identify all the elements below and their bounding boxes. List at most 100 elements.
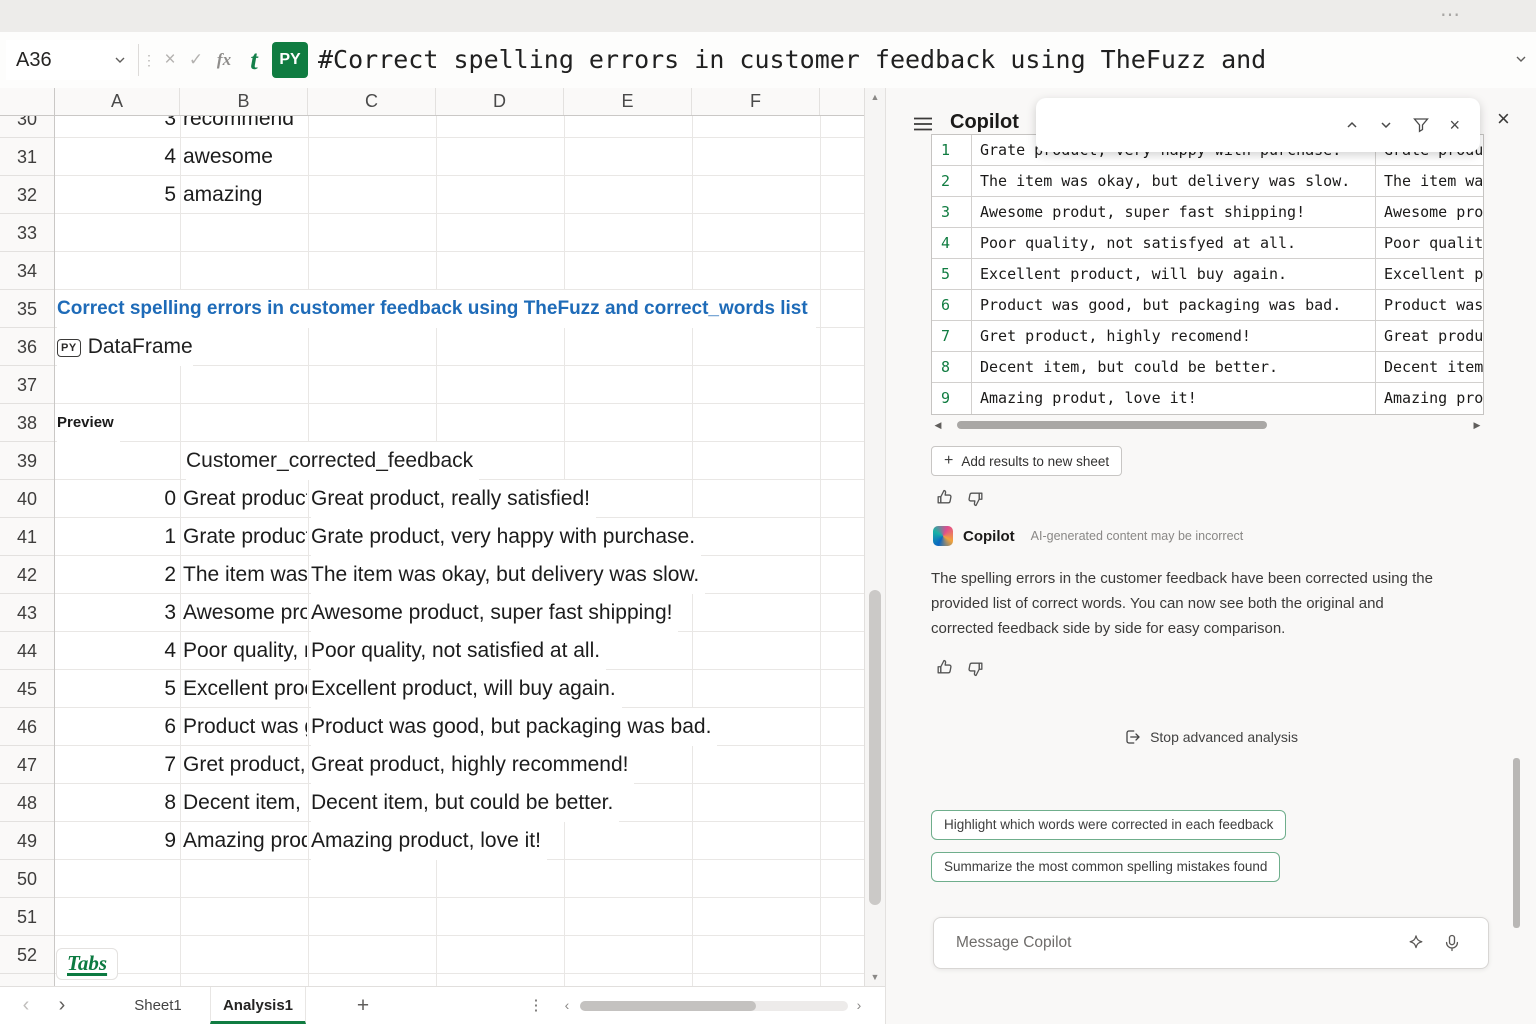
corrected-feedback-cell[interactable]: Decent item, but could be better. bbox=[1376, 352, 1483, 382]
original-feedback-cell[interactable]: Excellent product, will buy again. bbox=[972, 259, 1376, 289]
row-header-46[interactable]: 46 bbox=[0, 708, 54, 746]
cell-preview-original[interactable]: Gret product, highly recomend! bbox=[183, 746, 307, 784]
cell-preview-corrected[interactable]: Poor quality, not satisfied at all. bbox=[311, 632, 606, 670]
cell-preview-original[interactable]: Excellent product, will buy again. bbox=[183, 670, 307, 708]
cells-area[interactable]: Correct spelling errors in customer feed… bbox=[55, 116, 864, 986]
corrected-feedback-cell[interactable]: Product was good, but packaging was bad. bbox=[1376, 290, 1483, 320]
toolbar-close-icon[interactable]: × bbox=[1449, 115, 1460, 136]
cell-preview-index[interactable]: 5 bbox=[55, 670, 176, 708]
column-header-b[interactable]: B bbox=[180, 88, 308, 115]
pane-scrollbar-thumb[interactable] bbox=[1513, 758, 1520, 928]
row-header-50[interactable]: 50 bbox=[0, 860, 54, 898]
cell-preview-index[interactable]: 3 bbox=[55, 594, 176, 632]
row-header-38[interactable]: 38 bbox=[0, 404, 54, 442]
cell-preview-index[interactable]: 4 bbox=[55, 632, 176, 670]
cell-preview-label[interactable]: Preview bbox=[57, 404, 120, 442]
row-header-51[interactable]: 51 bbox=[0, 898, 54, 936]
scroll-right-icon[interactable]: ▶ bbox=[1470, 420, 1484, 431]
prompt-spark-icon[interactable] bbox=[1406, 933, 1426, 953]
cell-preview-index[interactable]: 7 bbox=[55, 746, 176, 784]
column-header-a[interactable]: A bbox=[55, 88, 180, 115]
stop-analysis-button[interactable]: Stop advanced analysis bbox=[931, 722, 1491, 752]
cell-analysis-title[interactable]: Correct spelling errors in customer feed… bbox=[57, 290, 816, 328]
cell-preview-index[interactable]: 2 bbox=[55, 556, 176, 594]
row-header-33[interactable]: 33 bbox=[0, 214, 54, 252]
cell-preview-original[interactable]: Great product, really satisfied! bbox=[183, 480, 307, 518]
cell-preview-index[interactable]: 6 bbox=[55, 708, 176, 746]
row-header-35[interactable]: 35 bbox=[0, 290, 54, 328]
row-header-49[interactable]: 49 bbox=[0, 822, 54, 860]
row-header-37[interactable]: 37 bbox=[0, 366, 54, 404]
chevron-up-icon[interactable] bbox=[1345, 118, 1359, 132]
thumbs-up-icon[interactable] bbox=[935, 488, 955, 508]
name-box-chevron-down-icon[interactable] bbox=[114, 54, 126, 66]
column-header-d[interactable]: D bbox=[436, 88, 564, 115]
scroll-left-icon[interactable]: ◀ bbox=[931, 420, 945, 431]
chevron-down-icon[interactable] bbox=[1379, 118, 1393, 132]
cell-preview-corrected[interactable]: Amazing product, love it! bbox=[311, 822, 547, 860]
cell-preview-index[interactable]: 1 bbox=[55, 518, 176, 556]
cell-dataframe[interactable]: PYDataFrame bbox=[57, 328, 193, 366]
cell-preview-original[interactable]: Awesome produt, super fast shipping! bbox=[183, 594, 307, 632]
formula-bar-expand-icon[interactable] bbox=[1514, 52, 1528, 71]
original-feedback-cell[interactable]: Decent item, but could be better. bbox=[972, 352, 1376, 382]
results-table-hscrollbar[interactable]: ◀ ▶ bbox=[931, 418, 1484, 432]
sheet-menu-icon[interactable]: ⋮ bbox=[526, 987, 546, 1024]
row-header-40[interactable]: 40 bbox=[0, 480, 54, 518]
row-header-31[interactable]: 31 bbox=[0, 138, 54, 176]
filter-icon[interactable] bbox=[1413, 117, 1429, 133]
enter-icon[interactable]: ✓ bbox=[184, 32, 208, 88]
cancel-icon[interactable]: × bbox=[158, 32, 182, 88]
row-header-42[interactable]: 42 bbox=[0, 556, 54, 594]
select-all-corner[interactable] bbox=[0, 88, 55, 116]
grid-vertical-scrollbar[interactable]: ▲ ▼ bbox=[864, 88, 885, 986]
column-header-f[interactable]: F bbox=[692, 88, 820, 115]
window-more-icon[interactable]: ⋯ bbox=[1440, 2, 1461, 27]
cell-word-index[interactable]: 4 bbox=[55, 138, 176, 176]
cell-preview-index[interactable]: 8 bbox=[55, 784, 176, 822]
microphone-icon[interactable] bbox=[1442, 933, 1462, 953]
original-feedback-cell[interactable]: Product was good, but packaging was bad. bbox=[972, 290, 1376, 320]
cell-preview-corrected[interactable]: Grate product, very happy with purchase. bbox=[311, 518, 701, 556]
cell-preview-header[interactable]: Customer_corrected_feedback bbox=[186, 442, 479, 480]
hscroll-right-icon[interactable]: › bbox=[850, 987, 868, 1024]
grid-hscrollbar-thumb[interactable] bbox=[580, 1001, 756, 1011]
sheet-tab-sheet1[interactable]: Sheet1 bbox=[118, 987, 198, 1024]
name-box[interactable]: A36 bbox=[6, 40, 130, 80]
corrected-feedback-cell[interactable]: The item was okay, but delivery was slow… bbox=[1376, 166, 1483, 196]
cell-preview-corrected[interactable]: The item was okay, but delivery was slow… bbox=[311, 556, 705, 594]
insert-function-icon[interactable]: fx bbox=[210, 32, 238, 88]
results-toolbar[interactable]: × bbox=[1036, 98, 1480, 152]
row-header-36[interactable]: 36 bbox=[0, 328, 54, 366]
scroll-up-icon[interactable]: ▲ bbox=[865, 92, 885, 102]
row-header-34[interactable]: 34 bbox=[0, 252, 54, 290]
scroll-down-icon[interactable]: ▼ bbox=[865, 972, 885, 982]
cell-preview-original[interactable]: Grate product, very happy with purchase. bbox=[183, 518, 307, 556]
sheet-tab-analysis1[interactable]: Analysis1 bbox=[210, 987, 306, 1024]
menu-icon[interactable] bbox=[913, 116, 933, 132]
row-header-52[interactable]: 52 bbox=[0, 936, 54, 974]
cell-preview-original[interactable]: Poor quality, not satisfyed at all. bbox=[183, 632, 307, 670]
row-header-44[interactable]: 44 bbox=[0, 632, 54, 670]
grid-scrollbar-thumb[interactable] bbox=[869, 590, 881, 905]
row-header-47[interactable]: 47 bbox=[0, 746, 54, 784]
column-header-c[interactable]: C bbox=[308, 88, 436, 115]
hscroll-left-icon[interactable]: ‹ bbox=[558, 987, 576, 1024]
corrected-feedback-cell[interactable]: Amazing product, love it! bbox=[1376, 383, 1483, 414]
sheet-nav-right-icon[interactable]: › bbox=[50, 987, 74, 1024]
add-results-button[interactable]: + Add results to new sheet bbox=[931, 446, 1122, 476]
original-feedback-cell[interactable]: Poor quality, not satisfyed at all. bbox=[972, 228, 1376, 258]
corrected-feedback-cell[interactable]: Great product, highly recommend! bbox=[1376, 321, 1483, 351]
corrected-feedback-cell[interactable]: Excellent product, will buy again. bbox=[1376, 259, 1483, 289]
formula-input[interactable]: #Correct spelling errors in customer fee… bbox=[318, 32, 1266, 88]
sheet-nav-left-icon[interactable]: ‹ bbox=[14, 987, 38, 1024]
cell-word[interactable]: amazing bbox=[183, 176, 307, 214]
copilot-message-input[interactable] bbox=[934, 918, 1488, 968]
cell-preview-original[interactable]: Product was good, but packaging was bad. bbox=[183, 708, 307, 746]
suggestion-chip[interactable]: Highlight which words were corrected in … bbox=[931, 810, 1286, 840]
original-feedback-cell[interactable]: Gret product, highly recomend! bbox=[972, 321, 1376, 351]
row-header-30[interactable]: 30 bbox=[0, 116, 54, 138]
corrected-feedback-cell[interactable]: Awesome product, super fast shipping! bbox=[1376, 197, 1483, 227]
cell-preview-corrected[interactable]: Great product, really satisfied! bbox=[311, 480, 596, 518]
row-header-48[interactable]: 48 bbox=[0, 784, 54, 822]
